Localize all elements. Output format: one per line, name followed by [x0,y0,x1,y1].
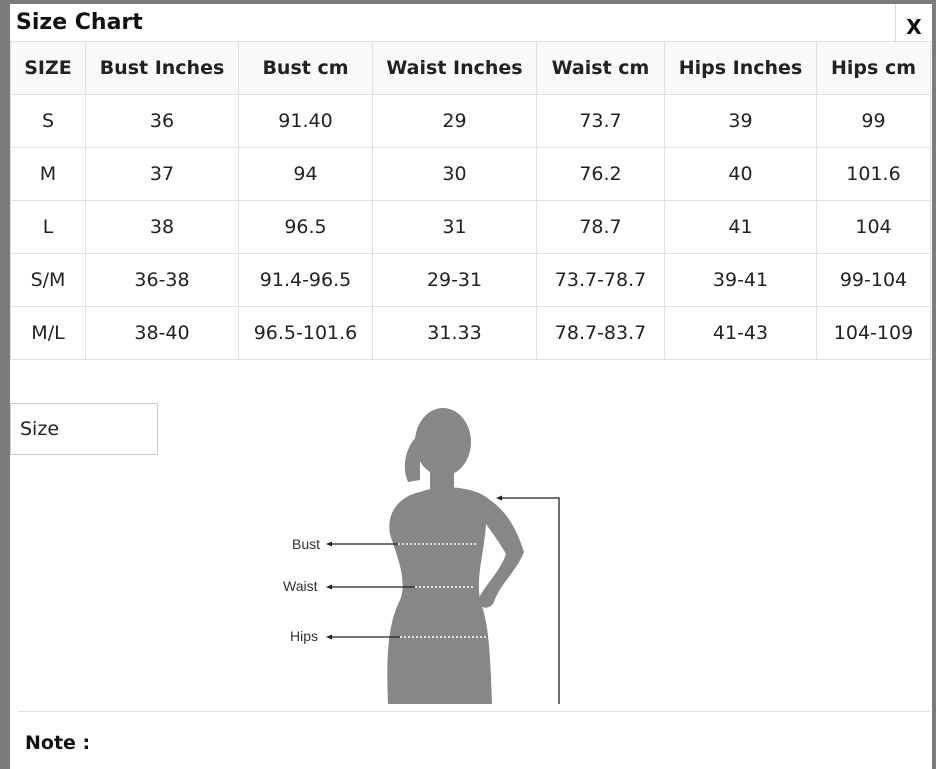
table-cell: 39 [664,94,817,148]
table-row: M/L 38-40 96.5-101.6 31.33 78.7-83.7 41-… [10,306,931,360]
table-cell: 96.5-101.6 [238,306,373,360]
table-cell: 94 [238,147,373,201]
column-header-hips-cm: Hips cm [816,41,931,95]
column-header-bust-inches: Bust Inches [85,41,239,95]
table-cell: 36 [85,94,239,148]
table-cell: 31 [372,200,537,254]
table-cell: 29 [372,94,537,148]
size-select[interactable]: Size [10,403,158,455]
table-cell: M/L [10,306,86,360]
table-cell: 96.5 [238,200,373,254]
waist-label: Waist [283,578,318,594]
table-cell: 39-41 [664,253,817,307]
column-header-waist-cm: Waist cm [536,41,665,95]
table-cell: 99-104 [816,253,931,307]
table-cell: 37 [85,147,239,201]
table-cell: 78.7 [536,200,665,254]
table-row: S/M 36-38 91.4-96.5 29-31 73.7-78.7 39-4… [10,253,931,307]
table-cell: 30 [372,147,537,201]
note-label: Note : [25,732,91,754]
table-cell: 31.33 [372,306,537,360]
table-cell: 104 [816,200,931,254]
measurement-figure: Bust Waist Hips [283,408,560,704]
table-cell: 91.4-96.5 [238,253,373,307]
size-chart-modal: Size Chart X SIZE Bust Inches Bust cm Wa… [10,4,932,769]
table-cell: 104-109 [816,306,931,360]
table-cell: 73.7 [536,94,665,148]
column-header-waist-inches: Waist Inches [372,41,537,95]
table-cell: 41 [664,200,817,254]
table-row: L 38 96.5 31 78.7 41 104 [10,200,931,254]
column-header-bust-cm: Bust cm [238,41,373,95]
table-cell: 29-31 [372,253,537,307]
table-cell: L [10,200,86,254]
body-silhouette [387,408,524,704]
table-row: S 36 91.40 29 73.7 39 99 [10,94,931,148]
table-cell: 40 [664,147,817,201]
column-header-size: SIZE [10,41,86,95]
table-cell: 99 [816,94,931,148]
table-cell: 101.6 [816,147,931,201]
table-cell: 78.7-83.7 [536,306,665,360]
size-table: SIZE Bust Inches Bust cm Waist Inches Wa… [10,41,931,360]
table-cell: S/M [10,253,86,307]
divider [18,711,930,712]
table-cell: 41-43 [664,306,817,360]
bust-label: Bust [292,536,320,552]
table-cell: 91.40 [238,94,373,148]
table-cell: S [10,94,86,148]
table-cell: 38-40 [85,306,239,360]
table-row: M 37 94 30 76.2 40 101.6 [10,147,931,201]
table-cell: 36-38 [85,253,239,307]
table-cell: 38 [85,200,239,254]
hips-label: Hips [290,628,318,644]
table-cell: M [10,147,86,201]
table-header-row: SIZE Bust Inches Bust cm Waist Inches Wa… [10,41,931,95]
column-header-hips-inches: Hips Inches [664,41,817,95]
modal-title: Size Chart [16,10,143,35]
table-cell: 73.7-78.7 [536,253,665,307]
table-cell: 76.2 [536,147,665,201]
